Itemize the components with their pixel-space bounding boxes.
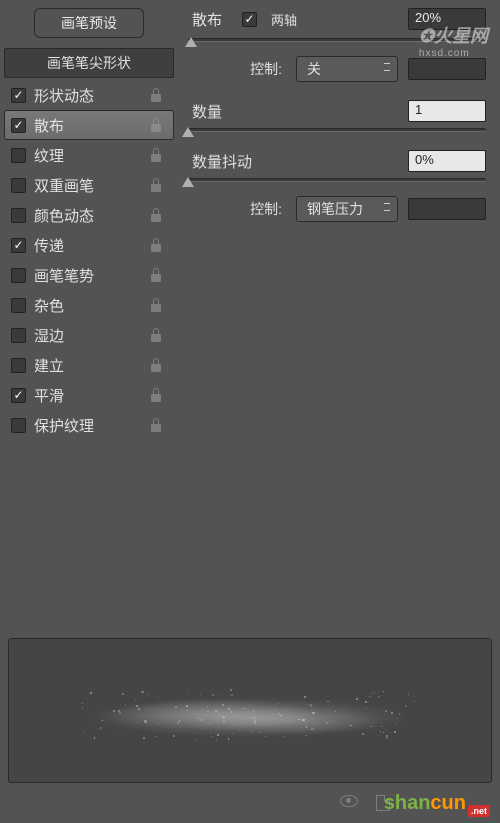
sidebar-item-7[interactable]: 杂色 — [4, 290, 174, 320]
sidebar-label-2: 纹理 — [34, 145, 149, 166]
both-axes-label: 两轴 — [271, 10, 297, 29]
lock-icon — [149, 418, 163, 432]
sidebar-checkbox-4[interactable] — [11, 208, 26, 223]
count-label: 数量 — [192, 101, 222, 122]
brush-tip-shape-header[interactable]: 画笔笔尖形状 — [4, 48, 174, 78]
scatter-control-value[interactable] — [408, 58, 486, 80]
count-jitter-input[interactable]: 0% — [408, 150, 486, 172]
sidebar-item-1[interactable]: 散布 — [4, 110, 174, 140]
sidebar-label-10: 平滑 — [34, 385, 149, 406]
sidebar-label-9: 建立 — [34, 355, 149, 376]
sidebar-checkbox-8[interactable] — [11, 328, 26, 343]
count-jitter-control-value[interactable] — [408, 198, 486, 220]
sidebar-checkbox-9[interactable] — [11, 358, 26, 373]
sidebar-item-11[interactable]: 保护纹理 — [4, 410, 174, 440]
lock-icon — [149, 358, 163, 372]
sidebar-label-4: 颜色动态 — [34, 205, 149, 226]
lock-icon — [149, 298, 163, 312]
lock-icon — [149, 388, 163, 402]
lock-icon — [149, 178, 163, 192]
lock-icon — [149, 238, 163, 252]
visibility-icon[interactable] — [340, 795, 358, 807]
brush-presets-button[interactable]: 画笔预设 — [34, 8, 144, 38]
lock-icon — [149, 328, 163, 342]
scatter-control-dropdown[interactable]: 关 — [296, 56, 398, 82]
sidebar-label-7: 杂色 — [34, 295, 149, 316]
sidebar-checkbox-0[interactable] — [11, 88, 26, 103]
sidebar-checkbox-1[interactable] — [11, 118, 26, 133]
sidebar-label-1: 散布 — [34, 115, 149, 136]
scatter-settings-panel: 散布 两轴 20% 控制: 关 数量 1 — [174, 6, 496, 621]
count-jitter-label: 数量抖动 — [192, 151, 252, 172]
sidebar-item-6[interactable]: 画笔笔势 — [4, 260, 174, 290]
sidebar-item-10[interactable]: 平滑 — [4, 380, 174, 410]
lock-icon — [149, 148, 163, 162]
brush-options-list: 形状动态散布纹理双重画笔颜色动态传递画笔笔势杂色湿边建立平滑保护纹理 — [4, 80, 174, 440]
lock-icon — [149, 268, 163, 282]
watermark-bottom: shancun.net — [384, 792, 490, 817]
sidebar-item-2[interactable]: 纹理 — [4, 140, 174, 170]
sidebar-item-9[interactable]: 建立 — [4, 350, 174, 380]
sidebar-checkbox-7[interactable] — [11, 298, 26, 313]
lock-icon — [149, 208, 163, 222]
sidebar-label-8: 湿边 — [34, 325, 149, 346]
scatter-control-label: 控制: — [250, 59, 282, 79]
count-input[interactable]: 1 — [408, 100, 486, 122]
brush-preview — [8, 638, 492, 783]
sidebar-checkbox-2[interactable] — [11, 148, 26, 163]
lock-icon — [149, 118, 163, 132]
count-jitter-slider[interactable] — [188, 178, 486, 182]
sidebar-checkbox-3[interactable] — [11, 178, 26, 193]
count-jitter-control-label: 控制: — [250, 199, 282, 219]
sidebar-item-4[interactable]: 颜色动态 — [4, 200, 174, 230]
sidebar-item-0[interactable]: 形状动态 — [4, 80, 174, 110]
lock-icon — [149, 88, 163, 102]
sidebar-item-5[interactable]: 传递 — [4, 230, 174, 260]
sidebar-label-11: 保护纹理 — [34, 415, 149, 436]
footer-toolbar — [340, 795, 390, 811]
count-slider[interactable] — [188, 128, 486, 132]
panel-title: 散布 — [192, 9, 222, 30]
sidebar-label-6: 画笔笔势 — [34, 265, 149, 286]
sidebar-checkbox-5[interactable] — [11, 238, 26, 253]
sidebar-checkbox-10[interactable] — [11, 388, 26, 403]
sidebar-item-3[interactable]: 双重画笔 — [4, 170, 174, 200]
count-jitter-control-dropdown[interactable]: 钢笔压力 — [296, 196, 398, 222]
watermark-top: ✪火星网 hxsd.com — [419, 22, 488, 59]
sidebar-label-5: 传递 — [34, 235, 149, 256]
sidebar-label-0: 形状动态 — [34, 85, 149, 106]
both-axes-checkbox[interactable] — [242, 12, 257, 27]
sidebar-label-3: 双重画笔 — [34, 175, 149, 196]
sidebar-item-8[interactable]: 湿边 — [4, 320, 174, 350]
sidebar-checkbox-11[interactable] — [11, 418, 26, 433]
sidebar: 画笔预设 画笔笔尖形状 形状动态散布纹理双重画笔颜色动态传递画笔笔势杂色湿边建立… — [4, 6, 174, 621]
sidebar-checkbox-6[interactable] — [11, 268, 26, 283]
